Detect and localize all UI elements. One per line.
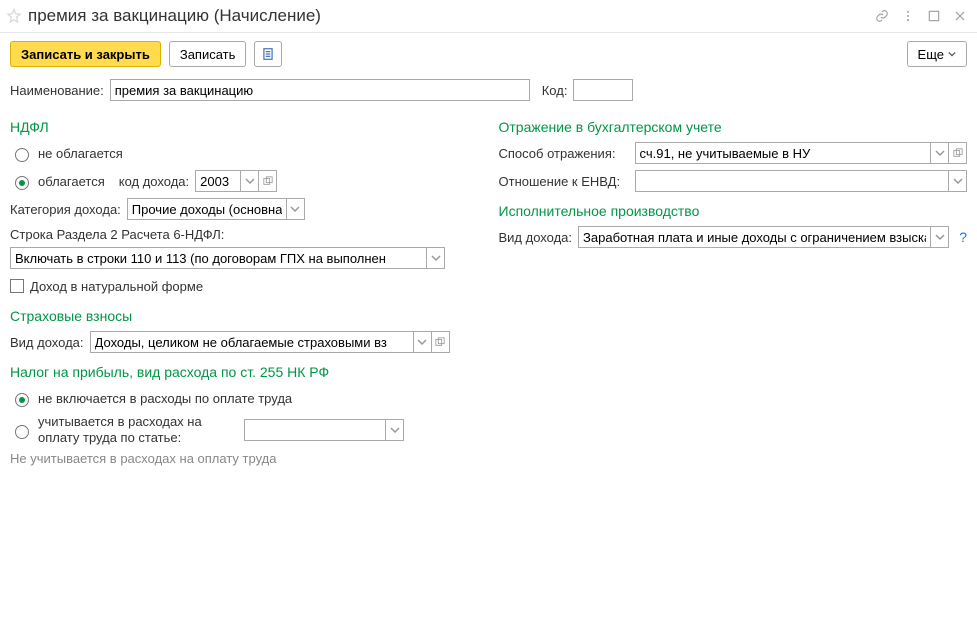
- code-input[interactable]: [573, 79, 633, 101]
- ndfl-not-taxed-label: не облагается: [38, 146, 123, 161]
- accounting-method-label: Способ отражения:: [499, 146, 629, 161]
- close-icon[interactable]: [953, 9, 967, 23]
- exec-kind-row: Вид дохода: ?: [499, 225, 968, 249]
- profit-not-included-row: не включается в расходы по оплате труда: [10, 386, 479, 410]
- accounting-method-dropdown[interactable]: [930, 143, 948, 163]
- exec-kind-input[interactable]: [579, 227, 930, 247]
- left-column: НДФЛ не облагается облагается код дохода…: [10, 109, 479, 466]
- line6-combo: [10, 247, 445, 269]
- income-category-input[interactable]: [128, 199, 286, 219]
- income-code-dropdown[interactable]: [240, 171, 258, 191]
- income-code-input[interactable]: [196, 171, 240, 191]
- titlebar: премия за вакцинацию (Начисление): [0, 0, 977, 33]
- accounting-method-input[interactable]: [636, 143, 931, 163]
- open-icon: [953, 148, 963, 158]
- profit-article-combo: [244, 419, 404, 441]
- line6-input[interactable]: [11, 248, 426, 268]
- chevron-down-icon: [935, 148, 945, 158]
- income-category-label: Категория дохода:: [10, 202, 121, 217]
- insurance-kind-dropdown[interactable]: [413, 332, 431, 352]
- line6-row: [10, 246, 479, 270]
- report-icon: [261, 47, 275, 61]
- accounting-method-combo: [635, 142, 968, 164]
- ndfl-taxed-row: облагается код дохода:: [10, 169, 479, 193]
- insurance-kind-combo: [90, 331, 450, 353]
- income-category-dropdown[interactable]: [286, 199, 304, 219]
- report-button[interactable]: [254, 41, 282, 67]
- income-category-combo: [127, 198, 305, 220]
- right-column: Отражение в бухгалтерском учете Способ о…: [499, 109, 968, 466]
- name-input[interactable]: [110, 79, 530, 101]
- envd-combo: [635, 170, 968, 192]
- profit-not-included-radio[interactable]: [15, 393, 29, 407]
- accounting-method-row: Способ отражения:: [499, 141, 968, 165]
- profit-note: Не учитывается в расходах на оплату труд…: [10, 451, 479, 466]
- profit-included-row: учитывается в расходах на оплату труда п…: [10, 414, 479, 447]
- line6-label: Строка Раздела 2 Расчета 6-НДФЛ:: [10, 227, 479, 242]
- link-icon[interactable]: [875, 9, 889, 23]
- natural-income-label: Доход в натуральной форме: [30, 279, 203, 294]
- ndfl-taxed-radio[interactable]: [15, 176, 29, 190]
- chevron-down-icon: [431, 253, 441, 263]
- envd-dropdown[interactable]: [948, 171, 966, 191]
- main-columns: НДФЛ не облагается облагается код дохода…: [0, 105, 977, 476]
- save-button[interactable]: Записать: [169, 41, 247, 67]
- ndfl-not-taxed-radio[interactable]: [15, 148, 29, 162]
- insurance-kind-row: Вид дохода:: [10, 330, 479, 354]
- ndfl-not-taxed-row: не облагается: [10, 141, 479, 165]
- ndfl-heading: НДФЛ: [10, 119, 479, 135]
- favorite-star-icon[interactable]: [6, 8, 22, 24]
- chevron-down-icon: [245, 176, 255, 186]
- profit-not-included-label: не включается в расходы по оплате труда: [38, 391, 292, 406]
- insurance-kind-label: Вид дохода:: [10, 335, 84, 350]
- ndfl-taxed-label: облагается: [38, 174, 105, 189]
- exec-kind-dropdown[interactable]: [930, 227, 948, 247]
- income-code-open[interactable]: [258, 171, 276, 191]
- accounting-method-open[interactable]: [948, 143, 966, 163]
- help-icon[interactable]: ?: [959, 229, 967, 245]
- exec-kind-combo: [578, 226, 949, 248]
- open-icon: [263, 176, 273, 186]
- profit-included-radio[interactable]: [15, 425, 29, 439]
- open-icon: [435, 337, 445, 347]
- income-category-row: Категория дохода:: [10, 197, 479, 221]
- chevron-down-icon: [290, 204, 300, 214]
- profit-article-dropdown[interactable]: [385, 420, 403, 440]
- chevron-down-icon: [935, 232, 945, 242]
- envd-row: Отношение к ЕНВД:: [499, 169, 968, 193]
- insurance-kind-open[interactable]: [431, 332, 449, 352]
- natural-income-row: Доход в натуральной форме: [10, 274, 479, 298]
- code-label: Код:: [542, 83, 568, 98]
- line6-dropdown[interactable]: [426, 248, 444, 268]
- chevron-down-icon: [417, 337, 427, 347]
- income-code-combo: [195, 170, 277, 192]
- name-label: Наименование:: [10, 83, 104, 98]
- chevron-down-icon: [390, 425, 400, 435]
- income-code-label: код дохода:: [119, 174, 189, 189]
- natural-income-checkbox[interactable]: [10, 279, 24, 293]
- envd-input[interactable]: [636, 171, 949, 191]
- insurance-kind-input[interactable]: [91, 332, 413, 352]
- insurance-heading: Страховые взносы: [10, 308, 479, 324]
- titlebar-actions: [875, 9, 967, 23]
- window-title: премия за вакцинацию (Начисление): [28, 6, 875, 26]
- name-code-row: Наименование: Код:: [0, 75, 977, 105]
- profit-included-label: учитывается в расходах на оплату труда п…: [38, 414, 238, 447]
- save-and-close-button[interactable]: Записать и закрыть: [10, 41, 161, 67]
- more-button-label: Еще: [918, 47, 944, 62]
- exec-heading: Исполнительное производство: [499, 203, 968, 219]
- toolbar: Записать и закрыть Записать Еще: [0, 33, 977, 75]
- kebab-menu-icon[interactable]: [901, 9, 915, 23]
- envd-label: Отношение к ЕНВД:: [499, 174, 629, 189]
- accounting-heading: Отражение в бухгалтерском учете: [499, 119, 968, 135]
- profit-tax-heading: Налог на прибыль, вид расхода по ст. 255…: [10, 364, 479, 380]
- profit-article-input[interactable]: [245, 420, 385, 440]
- maximize-icon[interactable]: [927, 9, 941, 23]
- chevron-down-icon: [948, 50, 956, 58]
- chevron-down-icon: [953, 176, 963, 186]
- exec-kind-label: Вид дохода:: [499, 230, 573, 245]
- more-button[interactable]: Еще: [907, 41, 967, 67]
